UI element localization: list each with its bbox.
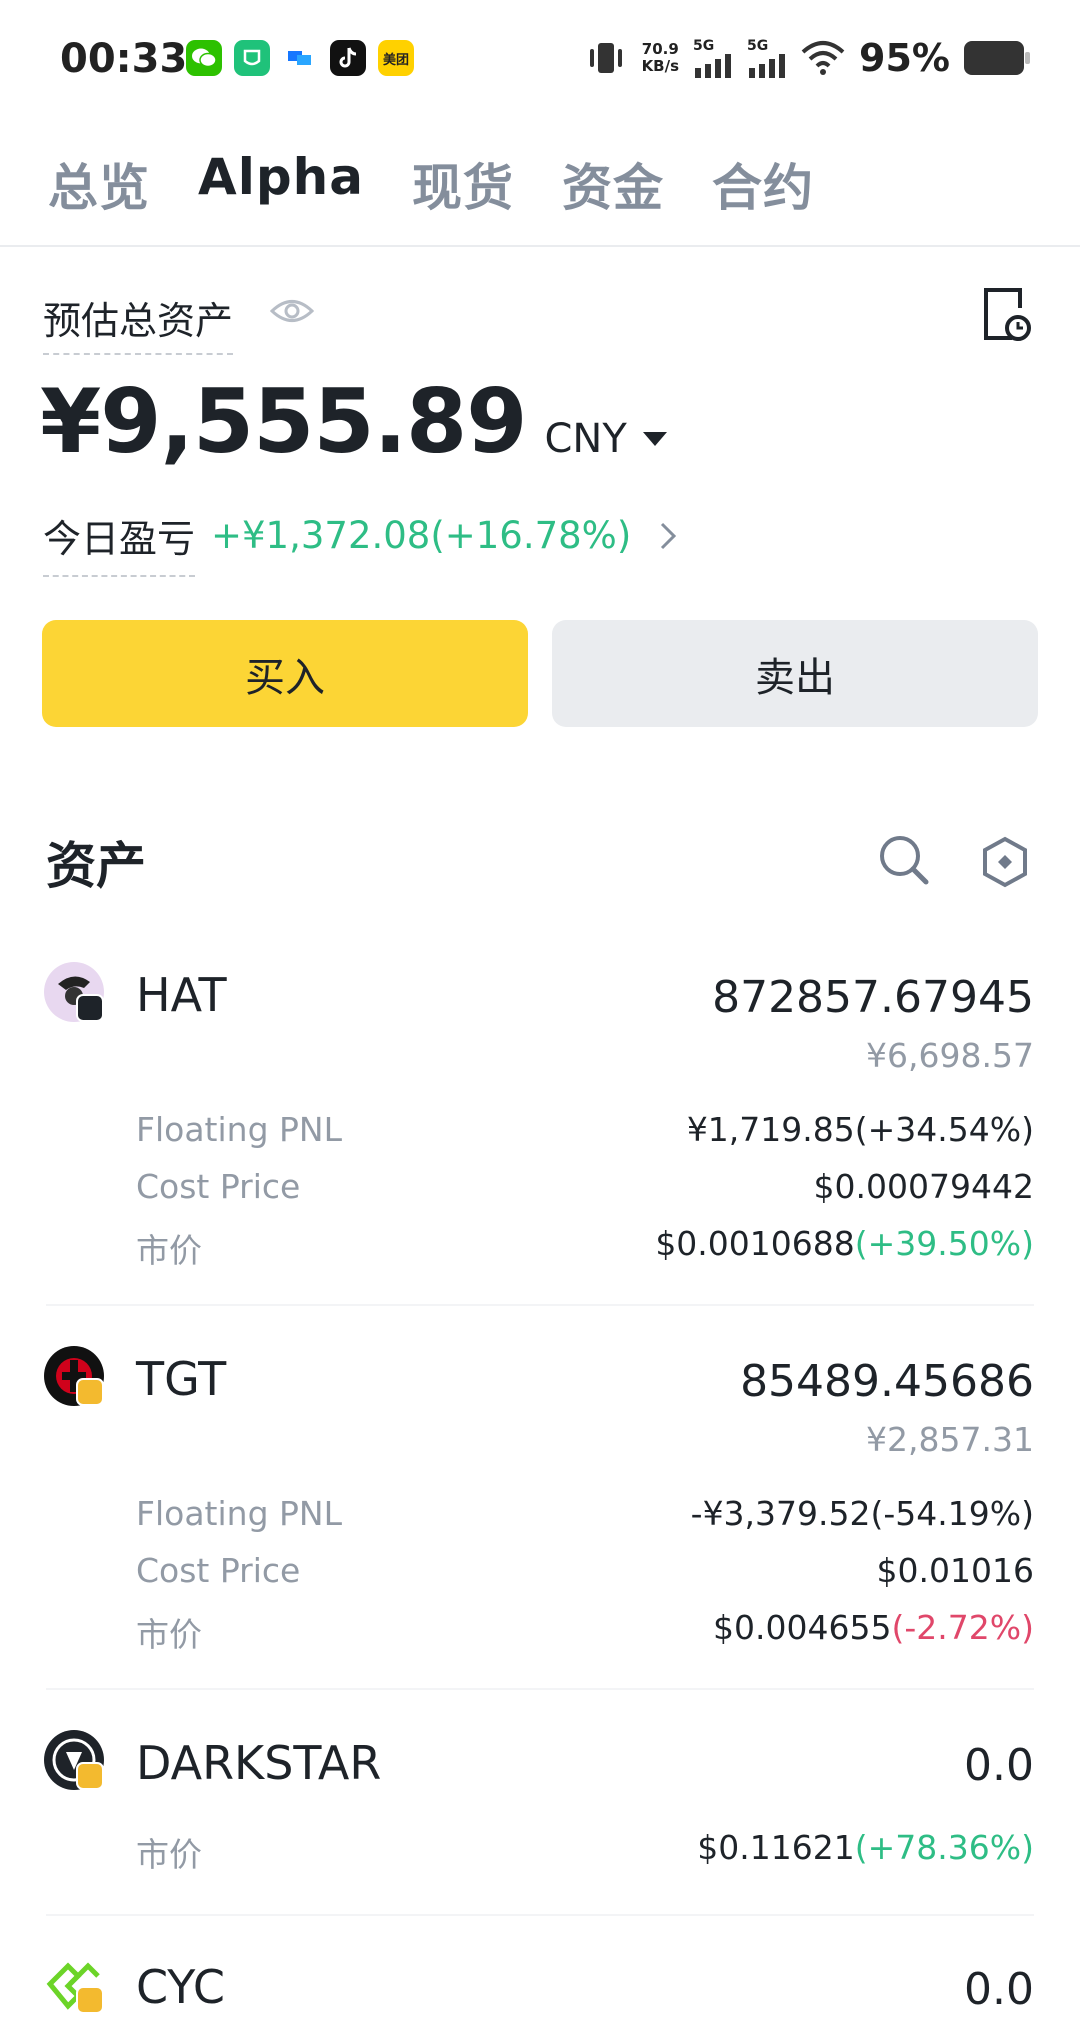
tab-overview[interactable]: 总览 [48,148,150,220]
asset-row-cyc[interactable]: CYC 0.0 [0,1942,1080,2040]
cost-price-value: $0.01016 [876,1551,1034,1590]
asset-quantity: 872857.67945 [712,972,1034,1023]
chevron-right-icon[interactable] [659,521,677,551]
cost-price-value: $0.00079442 [813,1167,1034,1206]
caret-down-icon[interactable] [642,432,667,446]
asset-symbol: CYC [136,1960,226,2014]
asset-divider [46,1914,1034,1916]
market-price-label: 市价 [136,1615,202,1654]
status-indicators: 70.9 KB/s 5G 5G 95% [584,36,1030,80]
vibrate-icon [589,43,622,73]
market-price-change: (+39.50%) [854,1224,1034,1263]
floating-pnl-label: Floating PNL [136,1494,342,1533]
message-icon [282,40,318,76]
asset-fiat-value: ¥2,857.31 [866,1420,1034,1459]
today-pnl-row[interactable]: 今日盈亏 +¥1,372.08(+16.78%) [43,508,677,577]
floating-pnl-value: ¥1,719.85(+34.54%) [686,1110,1034,1149]
net-speed: 70.9 KB/s [642,41,679,75]
market-price: $0.11621(+78.36%) [697,1828,1034,1867]
currency-selector[interactable]: CNY [544,416,626,462]
market-price-change: (-2.72%) [891,1608,1035,1647]
status-time: 00:33 [60,36,188,82]
signal-1: 5G [693,38,733,78]
asset-symbol: DARKSTAR [136,1736,382,1790]
asset-divider [46,1688,1034,1690]
account-tabs: 总览 Alpha 现货 资金 合约 [48,148,814,220]
status-bar: 00:33 美团 70.9 KB/s 5G 5G 95% [0,0,1080,120]
wechat-icon [186,40,222,76]
balance-value: ¥9,555.89 [40,370,527,473]
today-pnl-label: 今日盈亏 [43,508,196,577]
tab-alpha[interactable]: Alpha [198,148,364,220]
net-speed-unit: KB/s [641,57,680,75]
chain-badge-icon [76,994,104,1022]
settings-hex-icon[interactable] [980,836,1030,892]
asset-quantity: 0.0 [964,1740,1034,1791]
signal-icon [695,54,732,78]
search-icon[interactable] [876,832,932,892]
tabs-divider [0,245,1080,247]
wifi-icon [801,41,845,75]
floating-pnl-label: Floating PNL [136,1110,342,1149]
floating-pnl-value: -¥3,379.52(-54.19%) [690,1494,1034,1533]
bnb-chain-badge-icon [76,1762,104,1790]
mini-icon [234,40,270,76]
asset-row-tgt[interactable]: TGT 85489.45686 ¥2,857.31 Floating PNL -… [0,1334,1080,1694]
estimated-total-label[interactable]: 预估总资产 [43,290,234,355]
asset-symbol: TGT [136,1352,227,1406]
asset-quantity: 0.0 [964,1964,1034,2015]
market-price-value: $0.11621 [697,1828,855,1867]
eye-icon[interactable] [269,296,315,330]
bnb-chain-badge-icon [76,1378,104,1406]
asset-row-hat[interactable]: HAT 872857.67945 ¥6,698.57 Floating PNL … [0,950,1080,1310]
asset-row-darkstar[interactable]: DARKSTAR 0.0 市价 $0.11621(+78.36%) [0,1718,1080,1918]
tab-futures[interactable]: 合约 [712,148,814,220]
battery-icon [964,41,1030,75]
tab-spot[interactable]: 现货 [412,148,514,220]
market-price-change: (+78.36%) [854,1828,1034,1867]
cost-price-label: Cost Price [136,1167,301,1206]
total-balance: ¥9,555.89 CNY [40,370,667,473]
meituan-icon: 美团 [378,40,414,76]
tab-funding[interactable]: 资金 [562,148,664,220]
market-price: $0.0010688(+39.50%) [655,1224,1034,1263]
market-price-label: 市价 [136,1835,202,1874]
history-icon[interactable] [980,286,1032,348]
assets-title: 资产 [46,837,146,895]
signal-icon [749,54,786,78]
sell-button[interactable]: 卖出 [552,620,1038,727]
signal-1-label: 5G [693,38,715,54]
cost-price-label: Cost Price [136,1551,301,1590]
bnb-chain-badge-icon [76,1986,104,2014]
signal-2-label: 5G [747,38,769,54]
asset-divider [46,1304,1034,1306]
net-speed-value: 70.9 [641,40,679,58]
market-price-value: $0.0010688 [655,1224,855,1263]
tiktok-icon [330,40,366,76]
signal-2: 5G [747,38,787,78]
buy-button[interactable]: 买入 [42,620,528,727]
market-price-label: 市价 [136,1231,202,1270]
notification-icons: 美团 [186,40,414,76]
market-price-value: $0.004655 [713,1608,892,1647]
asset-quantity: 85489.45686 [740,1356,1034,1407]
today-pnl-value: +¥1,372.08(+16.78%) [211,514,632,557]
asset-symbol: HAT [136,968,227,1022]
asset-fiat-value: ¥6,698.57 [866,1036,1034,1075]
market-price: $0.004655(-2.72%) [713,1608,1034,1647]
battery-percent: 95% [859,36,950,80]
